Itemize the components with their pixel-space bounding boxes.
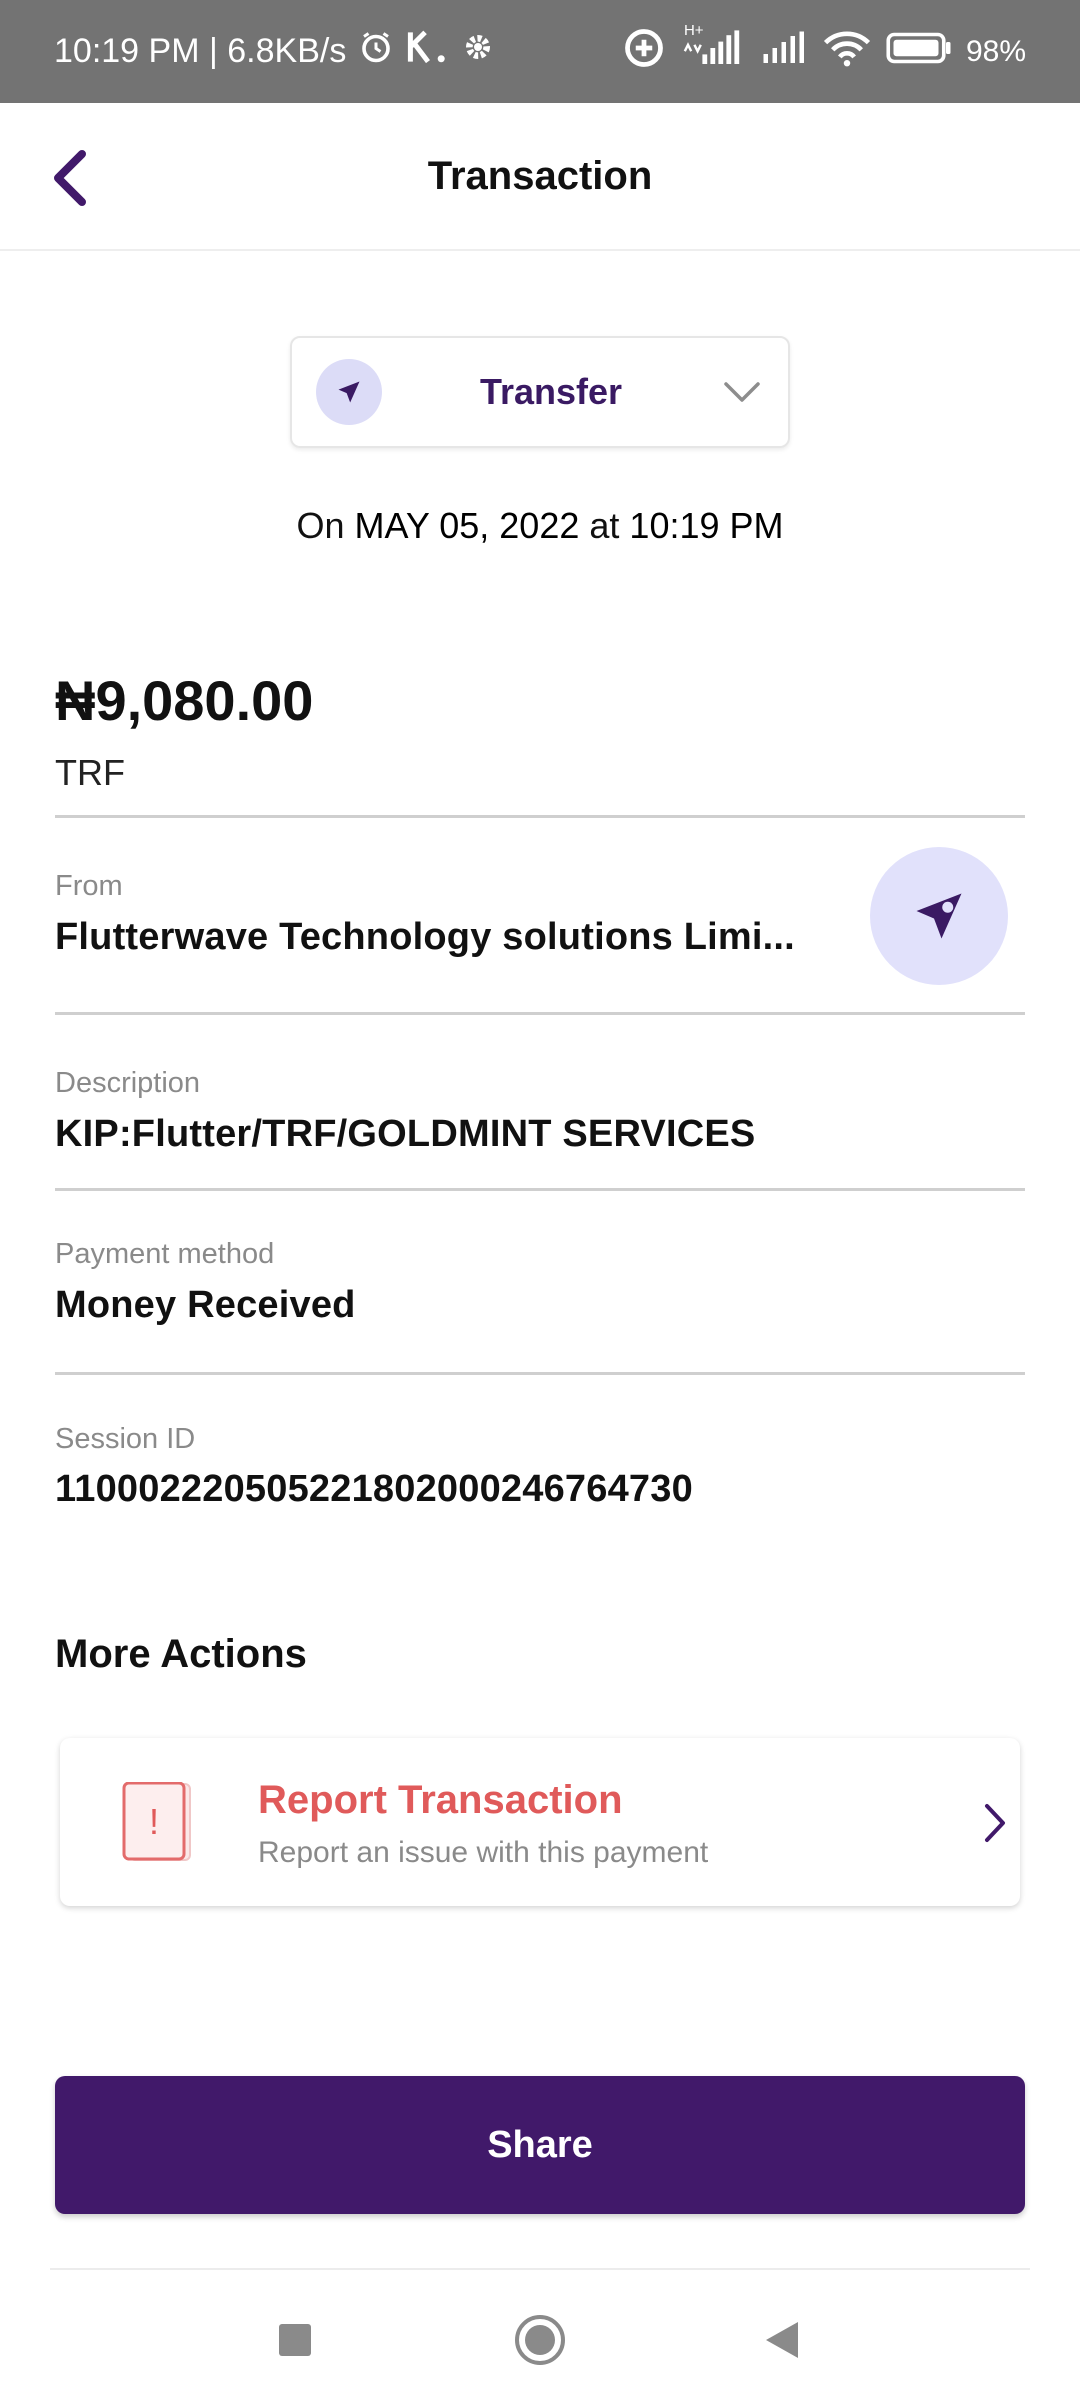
date-at: at [589,505,620,546]
chevron-down-icon [720,370,764,414]
data-saver-icon [622,26,666,78]
cellular-signal-hplus-icon: H+ [680,22,744,76]
transfer-arrow-icon [916,893,962,939]
battery-icon [886,30,952,74]
share-button[interactable]: Share [55,2076,1025,2214]
payment-method-label: Payment method [55,1238,275,1270]
more-actions-title: More Actions [55,1632,307,1676]
square-icon [279,2324,311,2356]
svg-text:!: ! [149,1801,159,1842]
home-button[interactable] [510,2310,570,2370]
back-button[interactable] [40,143,100,213]
network-type: H+ [683,21,704,39]
status-time-speed: 10:19 PM | 6.8KB/s [54,32,347,70]
app-k-icon [406,29,450,74]
transaction-date-line: On MAY 05, 2022 at 10:19 PM [0,505,1080,547]
alarm-icon [358,29,394,74]
transaction-time: 10:19 PM [629,505,784,546]
transaction-type-label: Transfer [479,371,623,412]
transaction-code: TRF [55,752,125,793]
description-label: Description [55,1067,201,1099]
page-title: Transaction [427,153,653,198]
transaction-date: MAY 05, 2022 [354,505,580,546]
back-nav-button[interactable] [752,2310,812,2370]
divider [55,1372,1025,1375]
sender-avatar [870,847,1008,985]
triangle-back-icon [766,2322,798,2358]
divider [55,1188,1025,1191]
from-label: From [55,870,123,902]
report-transaction-title: Report Transaction [258,1778,623,1822]
date-prefix: On [296,505,345,546]
battery-level: 98% [965,34,1026,68]
chevron-left-icon [54,150,86,206]
report-transaction-card[interactable]: ! Report Transaction Report an issue wit… [60,1738,1020,1906]
session-id-value: 110002220505221802000246764730 [55,1468,693,1510]
status-bar: 10:19 PM | 6.8KB/s H+ 98% [0,0,1080,103]
settings-gear-icon [462,31,494,72]
transfer-arrow-icon [316,359,382,425]
divider [55,1012,1025,1015]
wifi-icon [822,28,872,76]
session-id-label: Session ID [55,1423,196,1455]
from-value: Flutterwave Technology solutions Limi... [55,916,795,958]
system-navigation-bar [0,2270,1080,2400]
cellular-signal-icon [758,30,808,74]
description-value: KIP:Flutter/TRF/GOLDMINT SERVICES [55,1113,756,1155]
recents-button[interactable] [265,2310,325,2370]
payment-method-value: Money Received [55,1284,356,1326]
transaction-amount: ₦9,080.00 [55,669,314,732]
transaction-type-dropdown[interactable]: Transfer [290,336,790,448]
divider [55,815,1025,818]
circle-icon [515,2315,565,2365]
header: Transaction [0,103,1080,251]
chevron-right-icon [975,1798,1015,1848]
report-transaction-subtitle: Report an issue with this payment [258,1836,709,1869]
alert-document-icon: ! [122,1781,192,1862]
